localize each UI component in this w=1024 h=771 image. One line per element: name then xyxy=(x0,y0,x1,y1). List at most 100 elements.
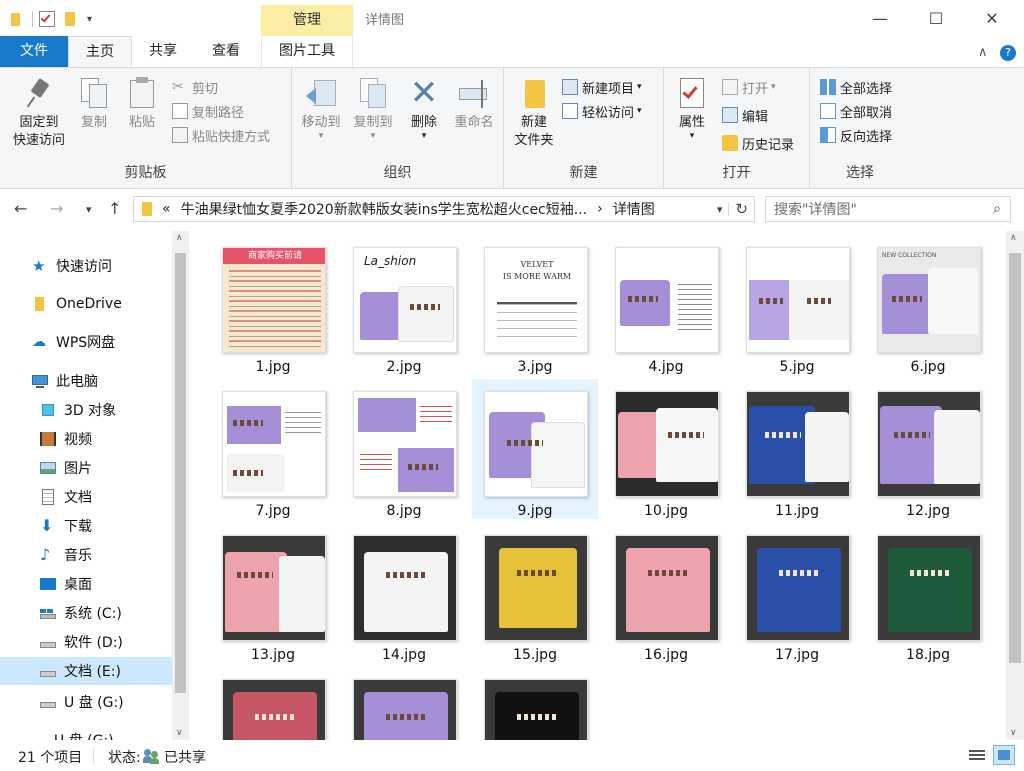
nav-drive-g-root[interactable]: U 盘 (G:) xyxy=(0,726,172,740)
file-item[interactable] xyxy=(341,667,467,740)
forward-button[interactable]: → xyxy=(50,199,63,218)
refresh-icon[interactable]: ↻ xyxy=(729,200,754,218)
file-item[interactable] xyxy=(210,667,336,740)
scroll-up-icon[interactable]: ∧ xyxy=(176,233,183,243)
tab-share[interactable]: 共享 xyxy=(132,36,194,68)
scroll-up-icon[interactable]: ∧ xyxy=(1010,233,1017,243)
customize-qat-dropdown-icon[interactable]: ▾ xyxy=(87,14,92,25)
nav-music[interactable]: ♪ 音乐 xyxy=(0,541,172,569)
file-item[interactable]: 17.jpg xyxy=(734,523,860,663)
edit-label: 编辑 xyxy=(742,109,769,125)
manage-context-tab[interactable]: 管理 xyxy=(261,5,353,36)
rename-button[interactable]: 重命名 xyxy=(448,76,500,132)
address-segment-current[interactable]: 详情图 xyxy=(613,199,655,219)
close-button[interactable]: ✕ xyxy=(969,0,1015,36)
copy-path-label: 复制路径 xyxy=(192,105,245,121)
new-folder-button[interactable]: 新建 文件夹 xyxy=(508,76,560,150)
nav-drive-g[interactable]: U 盘 (G:) xyxy=(0,688,172,716)
nav-3d-objects[interactable]: 3D 对象 xyxy=(0,396,172,424)
nav-onedrive[interactable]: OneDrive xyxy=(0,290,172,318)
paste-shortcut-button[interactable]: 粘贴快捷方式 xyxy=(172,124,270,146)
scroll-down-icon[interactable]: ∨ xyxy=(1010,728,1017,738)
file-item[interactable]: 13.jpg xyxy=(210,523,336,663)
nav-this-pc[interactable]: 此电脑 xyxy=(0,367,172,395)
address-separator[interactable]: › xyxy=(597,201,603,217)
new-folder-icon[interactable] xyxy=(63,11,79,27)
search-field[interactable]: 搜索"详情图" ⌕ xyxy=(765,196,1011,222)
file-name: 8.jpg xyxy=(386,503,422,519)
copy-button[interactable]: 复制 xyxy=(74,76,114,132)
pin-quick-access-button[interactable]: 固定到 快速访问 xyxy=(6,76,72,150)
tab-home[interactable]: 主页 xyxy=(68,36,132,69)
file-item-selected[interactable]: 9.jpg xyxy=(472,379,598,519)
nav-pictures[interactable]: 图片 xyxy=(0,454,172,482)
properties-check-icon[interactable] xyxy=(39,11,55,27)
delete-button[interactable]: ✕ 删除 ▾ xyxy=(404,76,444,141)
file-item[interactable]: 16.jpg xyxy=(603,523,729,663)
select-all-button[interactable]: 全部选择 xyxy=(820,76,892,98)
paste-button[interactable]: 粘贴 xyxy=(120,76,164,132)
tab-view[interactable]: 查看 xyxy=(194,36,258,68)
tab-file[interactable]: 文件 xyxy=(0,36,68,68)
nav-documents[interactable]: 文档 xyxy=(0,483,172,511)
history-button[interactable]: 历史记录 xyxy=(722,132,794,154)
nav-videos[interactable]: 视频 xyxy=(0,425,172,453)
new-item-button[interactable]: 新建项目 ▾ xyxy=(562,76,642,98)
file-item[interactable] xyxy=(472,667,598,740)
content-scroll-thumb[interactable] xyxy=(1009,253,1021,663)
large-icons-view-icon[interactable] xyxy=(993,745,1015,765)
nav-downloads[interactable]: ⬇ 下载 xyxy=(0,512,172,540)
file-item[interactable]: 4.jpg xyxy=(603,235,729,375)
file-item[interactable]: 5.jpg xyxy=(734,235,860,375)
file-item[interactable]: 商家购买前请 1.jpg xyxy=(210,235,336,375)
cut-button[interactable]: ✂ 剪切 xyxy=(172,76,218,98)
address-segment-parent[interactable]: 牛油果绿t恤女夏季2020新款韩版女装ins学生宽松超火cec短袖... xyxy=(181,199,588,219)
open-button[interactable]: 打开 ▾ xyxy=(722,76,776,98)
help-icon[interactable]: ? xyxy=(1000,45,1016,61)
nav-drive-c[interactable]: 系统 (C:) xyxy=(0,599,172,627)
file-item[interactable]: NEW COLLECTION 6.jpg xyxy=(865,235,991,375)
file-item[interactable]: 12.jpg xyxy=(865,379,991,519)
easy-access-button[interactable]: 轻松访问 ▾ xyxy=(562,100,642,122)
move-to-button[interactable]: 移动到 ▾ xyxy=(296,76,346,141)
content-scrollbar[interactable]: ∧ ∨ xyxy=(1006,231,1024,740)
search-icon[interactable]: ⌕ xyxy=(984,201,1010,217)
sidebar-scroll-thumb[interactable] xyxy=(175,253,186,693)
file-item[interactable]: La_shion 2.jpg xyxy=(341,235,467,375)
file-item[interactable]: 15.jpg xyxy=(472,523,598,663)
file-item[interactable]: VELVET IS MORE WARM 3.jpg xyxy=(472,235,598,375)
file-item[interactable]: 18.jpg xyxy=(865,523,991,663)
file-item[interactable]: 11.jpg xyxy=(734,379,860,519)
nav-desktop[interactable]: 桌面 xyxy=(0,570,172,598)
minimize-button[interactable]: — xyxy=(857,0,903,36)
nav-quick-access[interactable]: ★ 快速访问 xyxy=(0,252,172,280)
address-overflow[interactable]: « xyxy=(162,201,171,217)
collapse-ribbon-icon[interactable]: ∧ xyxy=(978,45,988,60)
select-none-button[interactable]: 全部取消 xyxy=(820,100,892,122)
properties-button[interactable]: 属性 ▾ xyxy=(670,76,714,141)
nav-drive-d[interactable]: 软件 (D:) xyxy=(0,628,172,656)
edit-button[interactable]: 编辑 xyxy=(722,104,768,126)
file-item[interactable]: 14.jpg xyxy=(341,523,467,663)
invert-selection-button[interactable]: 反向选择 xyxy=(820,124,892,146)
file-item[interactable]: 7.jpg xyxy=(210,379,336,519)
address-dropdown-icon[interactable]: ▾ xyxy=(711,202,730,216)
details-view-icon[interactable] xyxy=(968,748,986,764)
nav-label: U 盘 (G:) xyxy=(64,695,124,711)
copy-path-button[interactable]: 复制路径 xyxy=(172,100,244,122)
nav-drive-e[interactable]: 文档 (E:) xyxy=(0,657,172,685)
nav-wps-cloud[interactable]: ☁ WPS网盘 xyxy=(0,328,172,356)
copy-to-button[interactable]: 复制到 ▾ xyxy=(348,76,398,141)
file-item[interactable]: 8.jpg xyxy=(341,379,467,519)
invert-selection-label: 反向选择 xyxy=(840,129,893,145)
up-button[interactable]: ↑ xyxy=(108,199,121,218)
sidebar-scrollbar[interactable]: ∧ ∨ xyxy=(172,231,189,740)
address-field[interactable]: « 牛油果绿t恤女夏季2020新款韩版女装ins学生宽松超火cec短袖... ›… xyxy=(133,196,755,222)
tab-picture-tools[interactable]: 图片工具 xyxy=(261,36,353,68)
pin-icon xyxy=(22,76,56,110)
maximize-button[interactable]: ☐ xyxy=(913,0,959,36)
recent-locations-button[interactable]: ▾ xyxy=(86,203,92,216)
file-item[interactable]: 10.jpg xyxy=(603,379,729,519)
scroll-down-icon[interactable]: ∨ xyxy=(176,728,183,738)
back-button[interactable]: ← xyxy=(14,199,27,218)
